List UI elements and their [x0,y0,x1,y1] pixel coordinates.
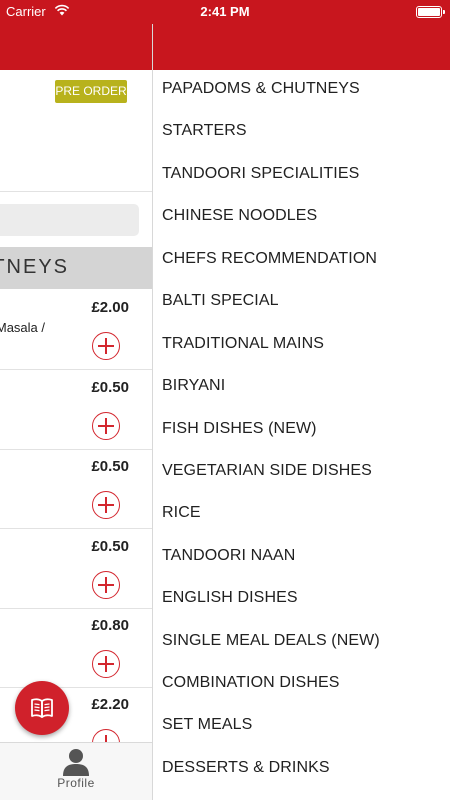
add-to-cart-icon[interactable] [92,491,120,519]
category-item[interactable]: BALTI SPECIAL [162,292,279,310]
category-item[interactable]: SET MEALS [162,716,252,734]
preorder-badge[interactable]: PRE ORDER [55,80,127,103]
battery-icon [416,6,445,18]
status-bar: Carrier 2:41 PM [0,0,450,24]
menu-item[interactable]: £2.00 Masala / [0,290,152,370]
category-item[interactable]: TRADITIONAL MAINS [162,335,324,353]
add-to-cart-icon[interactable] [92,332,120,360]
category-item[interactable]: COMBINATION DISHES [162,674,340,692]
category-item[interactable]: CHEFS RECOMMENDATION [162,250,377,268]
item-description: Masala / [0,320,45,335]
item-price: £0.50 [91,379,129,396]
category-item[interactable]: CHINESE NOODLES [162,207,317,225]
category-item[interactable]: STARTERS [162,122,247,140]
category-item[interactable]: TANDOORI NAAN [162,547,295,565]
bottom-tab-bar: Profile [0,742,152,800]
category-item[interactable]: BIRYANI [162,377,225,395]
menu-item[interactable]: £0.50 [0,529,152,609]
tab-profile-label: Profile [57,776,95,790]
category-item[interactable]: FISH DISHES (NEW) [162,420,317,438]
menu-page-background: PRE ORDER PAPADOMS & CHUTNEYS £2.00 Masa… [0,0,152,800]
item-price: £2.20 [91,696,129,713]
category-item[interactable]: DESSERTS & DRINKS [162,759,330,777]
section-title: PAPADOMS & CHUTNEYS [0,256,69,278]
add-to-cart-icon[interactable] [92,650,120,678]
menu-book-button[interactable] [15,681,69,735]
item-price: £0.50 [91,538,129,555]
category-item[interactable]: ENGLISH DISHES [162,589,298,607]
search-input[interactable] [0,204,139,236]
profile-icon [63,749,89,776]
menu-item[interactable]: £0.50 [0,370,152,450]
category-item[interactable]: VEGETARIAN SIDE DISHES [162,462,372,480]
category-item[interactable]: SINGLE MEAL DEALS (NEW) [162,632,380,650]
category-drawer: PAPADOMS & CHUTNEYS STARTERS TANDOORI SP… [152,0,450,800]
category-item[interactable]: TANDOORI SPECIALITIES [162,165,359,183]
menu-item[interactable]: £0.80 [0,608,152,688]
item-price: £2.00 [91,299,129,316]
menu-item[interactable]: £0.50 [0,449,152,529]
category-item[interactable]: PAPADOMS & CHUTNEYS [162,80,360,98]
item-price: £0.80 [91,617,129,634]
add-to-cart-icon[interactable] [92,571,120,599]
book-icon [31,698,53,718]
category-item[interactable]: RICE [162,504,201,522]
item-price: £0.50 [91,458,129,475]
tab-profile[interactable]: Profile [50,745,102,799]
status-time: 2:41 PM [200,4,250,19]
menu-section-header: PAPADOMS & CHUTNEYS [0,247,152,289]
add-to-cart-icon[interactable] [92,412,120,440]
